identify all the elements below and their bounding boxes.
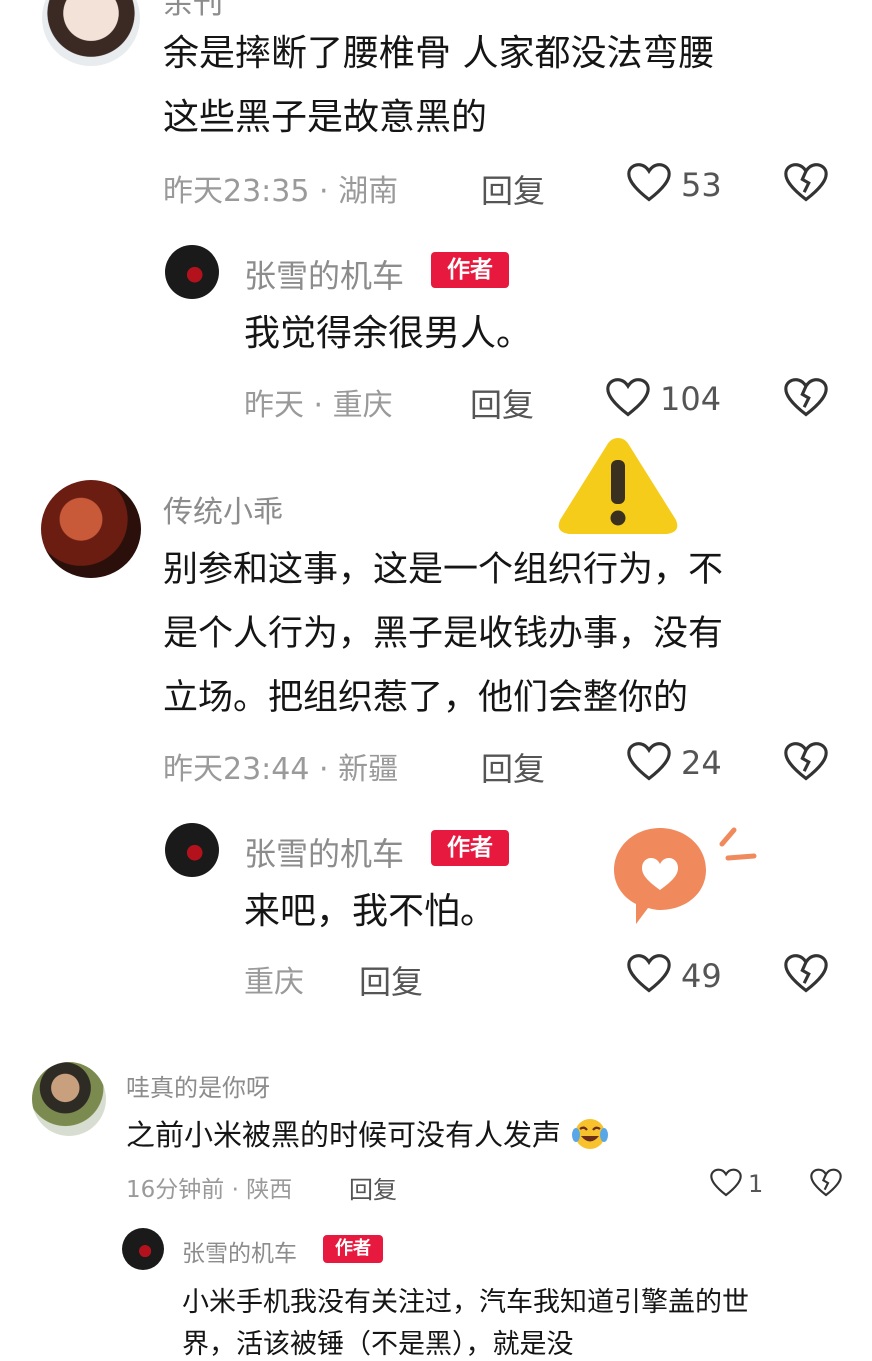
comment-text-content: 之前小米被黑的时候可没有人发声 bbox=[126, 1118, 562, 1152]
dislike-broken-heart-icon[interactable] bbox=[810, 1168, 842, 1198]
laughing-crying-emoji-icon bbox=[570, 1116, 610, 1159]
comment-time-location: 昨天23:35 · 湖南 bbox=[163, 174, 399, 209]
commenter-name[interactable]: 哇真的是你呀 bbox=[126, 1068, 270, 1103]
reply-button[interactable]: 回复 bbox=[359, 957, 423, 1003]
heart-bubble-icon bbox=[610, 824, 760, 928]
comment-text-line: 这些黑子是故意黑的 bbox=[163, 97, 488, 138]
warning-icon bbox=[553, 432, 683, 540]
reply-button[interactable]: 回复 bbox=[481, 166, 545, 212]
author-avatar[interactable] bbox=[122, 1228, 164, 1270]
author-badge: 作者 bbox=[431, 252, 509, 288]
commenter-name[interactable]: 传统小乖 bbox=[163, 487, 283, 531]
comment-text-line: 小米手机我没有关注过，汽车我知道引擎盖的世 bbox=[182, 1287, 749, 1318]
like-count: 1 bbox=[748, 1170, 764, 1198]
comment-text: 来吧，我不怕。 bbox=[244, 891, 497, 932]
comment-text: 我觉得余很男人。 bbox=[244, 313, 533, 354]
comment-time-location: 昨天 · 重庆 bbox=[244, 388, 393, 423]
commenter-name[interactable]: 余刊 bbox=[163, 0, 223, 22]
comment-time-location: 昨天23:44 · 新疆 bbox=[163, 752, 399, 787]
like-count: 53 bbox=[681, 166, 722, 204]
dislike-broken-heart-icon[interactable] bbox=[784, 162, 828, 204]
avatar[interactable] bbox=[42, 0, 140, 66]
reply-button[interactable]: 回复 bbox=[470, 380, 534, 426]
dislike-broken-heart-icon[interactable] bbox=[784, 377, 828, 419]
like-heart-icon[interactable] bbox=[606, 377, 650, 419]
author-avatar[interactable] bbox=[165, 245, 219, 299]
comment-text-line: 别参和这事，这是一个组织行为，不 bbox=[163, 550, 724, 590]
avatar[interactable] bbox=[41, 480, 141, 578]
like-count: 24 bbox=[681, 744, 722, 782]
like-heart-icon[interactable] bbox=[627, 953, 671, 995]
like-count: 104 bbox=[660, 380, 722, 418]
dislike-broken-heart-icon[interactable] bbox=[784, 953, 828, 995]
like-heart-icon[interactable] bbox=[710, 1168, 742, 1198]
avatar[interactable] bbox=[32, 1062, 106, 1136]
comment-text-line: 是个人行为，黑子是收钱办事，没有 bbox=[163, 614, 724, 654]
commenter-name[interactable]: 张雪的机车 bbox=[182, 1234, 297, 1268]
reply-button[interactable]: 回复 bbox=[349, 1170, 397, 1205]
comment-text-line: 余是摔断了腰椎骨 人家都没法弯腰 bbox=[163, 33, 715, 74]
dislike-broken-heart-icon[interactable] bbox=[784, 741, 828, 783]
like-heart-icon[interactable] bbox=[627, 741, 671, 783]
comment-text-line: 立场。把组织惹了，他们会整你的 bbox=[163, 678, 689, 718]
like-heart-icon[interactable] bbox=[627, 162, 671, 204]
comment-time-location: 16分钟前 · 陕西 bbox=[126, 1177, 293, 1203]
author-avatar[interactable] bbox=[165, 823, 219, 877]
comment-location: 重庆 bbox=[244, 965, 304, 1000]
reply-button[interactable]: 回复 bbox=[481, 744, 545, 790]
author-badge: 作者 bbox=[323, 1235, 383, 1263]
commenter-name[interactable]: 张雪的机车 bbox=[244, 829, 404, 875]
author-badge: 作者 bbox=[431, 830, 509, 866]
commenter-name[interactable]: 张雪的机车 bbox=[244, 251, 404, 297]
like-count: 49 bbox=[681, 957, 722, 995]
comment-text-line: 界，活该被锤（不是黑），就是没 bbox=[182, 1329, 574, 1360]
comment-text: 之前小米被黑的时候可没有人发声 bbox=[126, 1112, 610, 1159]
